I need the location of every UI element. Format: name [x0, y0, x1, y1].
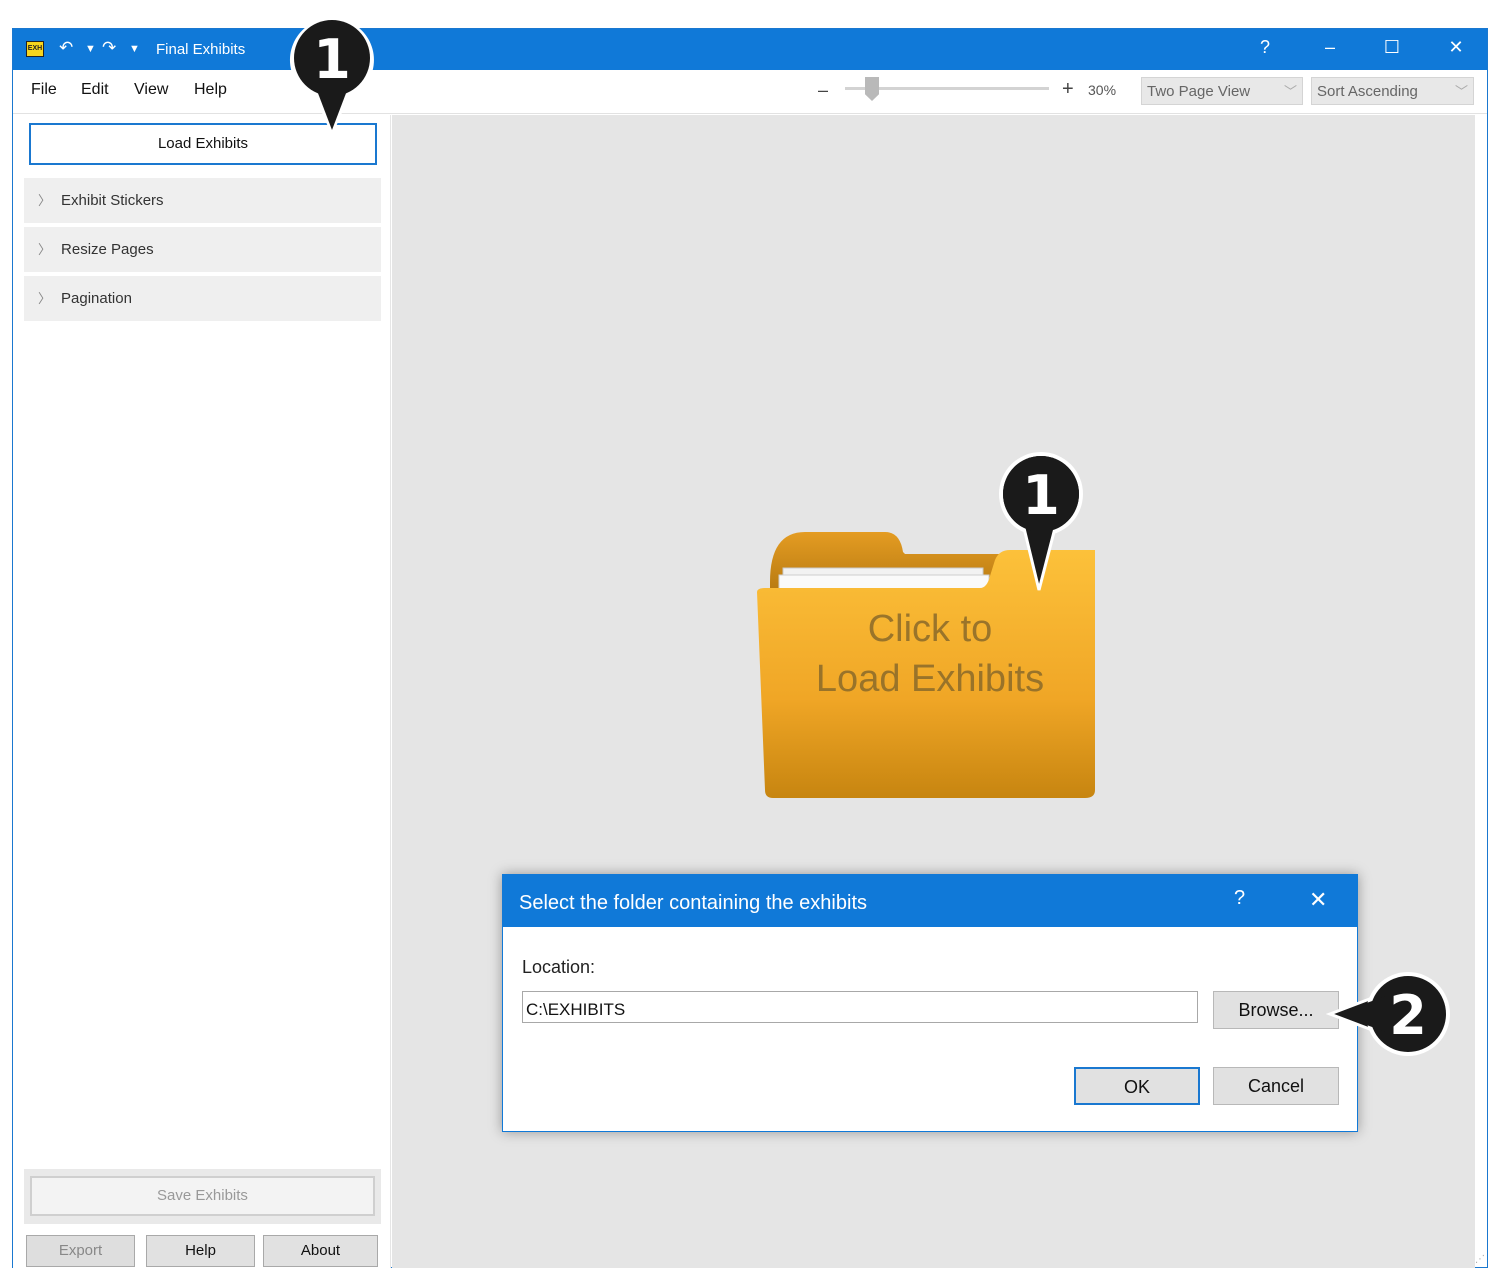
resize-grip-icon[interactable]: ⋰	[1475, 1254, 1485, 1265]
redo-icon[interactable]: ↷	[102, 38, 116, 58]
undo-dropdown-icon[interactable]: ▼	[85, 43, 96, 55]
zoom-slider-thumb[interactable]	[865, 77, 879, 101]
sort-mode-value: Sort Ascending	[1317, 83, 1418, 100]
help-icon[interactable]: ?	[1250, 37, 1280, 58]
callout-badge-1-folder: 1	[999, 452, 1083, 591]
chevron-right-icon: 〉	[38, 193, 52, 208]
location-input[interactable]	[522, 991, 1198, 1023]
dialog-title: Select the folder containing the exhibit…	[519, 892, 867, 914]
callout-badge-2: 2	[1326, 972, 1450, 1056]
zoom-in-button[interactable]: +	[1062, 78, 1074, 101]
chevron-right-icon: 〉	[38, 242, 52, 257]
menu-file[interactable]: File	[31, 81, 57, 99]
export-button[interactable]: Export	[26, 1235, 135, 1267]
save-exhibits-button[interactable]: Save Exhibits	[30, 1176, 375, 1216]
dialog-close-icon[interactable]: ✕	[1309, 887, 1327, 913]
sort-mode-select[interactable]: Sort Ascending ﹀	[1311, 77, 1474, 105]
app-logo-icon: EXH	[26, 41, 44, 57]
title-bar: EXH ↶ ▼ ↷ ▼ Final Exhibits ? – ☐ ✕	[13, 29, 1487, 70]
section-pagination[interactable]: 〉 Pagination	[24, 276, 381, 321]
section-exhibit-stickers[interactable]: 〉 Exhibit Stickers	[24, 178, 381, 223]
redo-dropdown-icon[interactable]: ▼	[129, 43, 140, 55]
undo-icon[interactable]: ↶	[59, 38, 73, 58]
menu-bar: File Edit View Help – + 30% Two Page Vie…	[13, 70, 1487, 114]
about-button[interactable]: About	[263, 1235, 378, 1267]
maximize-button[interactable]: ☐	[1377, 37, 1407, 58]
folder-caption-line1: Click to	[867, 608, 993, 650]
window-title: Final Exhibits	[156, 41, 246, 58]
view-mode-value: Two Page View	[1147, 83, 1251, 100]
cancel-button[interactable]: Cancel	[1213, 1067, 1339, 1105]
callout-badge-1: 1	[289, 18, 374, 136]
minimize-button[interactable]: –	[1315, 37, 1345, 58]
menu-view[interactable]: View	[134, 81, 168, 99]
callout-number: 1	[313, 28, 351, 91]
chevron-right-icon: 〉	[38, 291, 52, 306]
close-button[interactable]: ✕	[1441, 37, 1471, 58]
menu-help[interactable]: Help	[194, 81, 227, 99]
location-label: Location:	[522, 957, 596, 977]
ok-button[interactable]: OK	[1074, 1067, 1200, 1105]
view-mode-select[interactable]: Two Page View ﹀	[1141, 77, 1303, 105]
section-label: Exhibit Stickers	[61, 192, 164, 209]
dialog-help-icon[interactable]: ?	[1234, 887, 1245, 910]
chevron-down-icon: ﹀	[1454, 84, 1468, 99]
save-area: Save Exhibits	[24, 1169, 381, 1224]
dialog-title-bar: Select the folder containing the exhibit…	[503, 875, 1357, 927]
menu-edit[interactable]: Edit	[81, 81, 109, 99]
folder-caption[interactable]: Click to Load Exhibits	[755, 604, 1105, 704]
section-label: Pagination	[61, 290, 132, 307]
folder-caption-line2: Load Exhibits	[815, 658, 1045, 700]
help-button[interactable]: Help	[146, 1235, 255, 1267]
section-resize-pages[interactable]: 〉 Resize Pages	[24, 227, 381, 272]
callout-number: 1	[1022, 464, 1060, 527]
chevron-down-icon: ﹀	[1283, 84, 1297, 99]
browse-button[interactable]: Browse...	[1213, 991, 1339, 1029]
callout-number: 2	[1389, 984, 1427, 1047]
zoom-level: 30%	[1088, 82, 1117, 98]
section-label: Resize Pages	[61, 241, 154, 258]
zoom-out-button[interactable]: –	[818, 80, 828, 101]
select-folder-dialog: Select the folder containing the exhibit…	[502, 874, 1358, 1132]
left-panel: Load Exhibits 〉 Exhibit Stickers 〉 Resize …	[13, 115, 391, 1268]
